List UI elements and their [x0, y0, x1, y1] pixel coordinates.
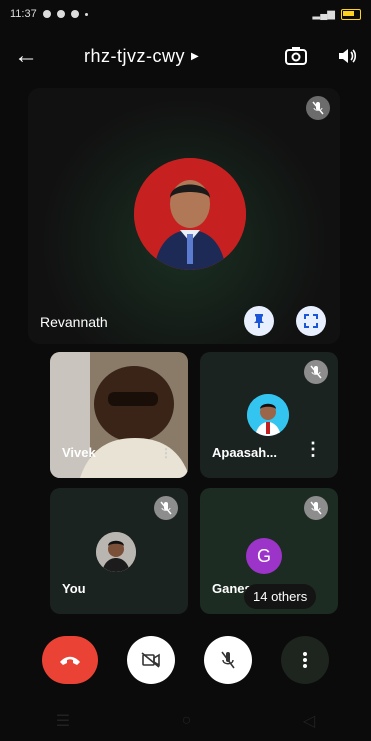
mic-off-icon	[221, 651, 235, 669]
end-call-button[interactable]	[42, 636, 99, 684]
mic-off-icon	[304, 496, 328, 520]
speaker-icon[interactable]	[337, 47, 357, 65]
notification-icon	[70, 10, 79, 18]
mic-toggle-button[interactable]	[203, 636, 252, 684]
back-icon[interactable]: ◁	[303, 711, 315, 731]
more-options-icon[interactable]: ⋮	[304, 439, 322, 460]
signal-icon: ▂▄▆	[312, 8, 335, 20]
muted-indicator	[154, 496, 178, 520]
participant-tile-vivek[interactable]: Vivek ⋮	[50, 352, 188, 478]
pin-button[interactable]	[244, 306, 274, 336]
switch-camera-icon[interactable]	[285, 46, 307, 66]
end-call-icon	[60, 656, 81, 665]
muted-indicator	[304, 496, 328, 520]
letter-avatar: G	[246, 538, 282, 574]
participant-avatar	[247, 394, 289, 436]
back-arrow-icon[interactable]: ←	[14, 42, 44, 70]
participant-name: You	[62, 581, 86, 596]
meeting-title[interactable]: rhz-tjvz-cwy ▶	[84, 46, 199, 67]
camera-toggle-button[interactable]	[127, 636, 176, 684]
more-options-icon[interactable]: ⋮	[160, 446, 172, 460]
meeting-code: rhz-tjvz-cwy	[84, 45, 185, 66]
chevron-right-icon: ▶	[191, 50, 200, 62]
mic-off-icon	[304, 360, 328, 384]
participant-name: Vivek	[62, 445, 96, 460]
system-navigation-bar: ☰ ○ ◁	[0, 706, 371, 736]
battery-icon	[341, 8, 361, 20]
main-participant-tile[interactable]: Revannath	[28, 88, 340, 344]
muted-indicator	[306, 96, 330, 120]
participant-tile-apaasah[interactable]: Apaasah... ⋮	[200, 352, 338, 478]
muted-indicator	[304, 360, 328, 384]
participant-name: Revannath	[40, 314, 108, 330]
participant-tile-you[interactable]: You	[50, 488, 188, 614]
notification-icon	[42, 10, 51, 18]
participant-avatar	[134, 158, 246, 270]
status-bar: 11:37 ▂▄▆	[0, 0, 371, 28]
meeting-header: ← rhz-tjvz-cwy ▶	[0, 32, 371, 80]
fullscreen-button[interactable]	[296, 306, 326, 336]
status-time: 11:37	[10, 8, 37, 20]
participant-name: Apaasah...	[212, 445, 278, 460]
participant-avatar	[96, 532, 136, 572]
others-count-chip[interactable]: 14 others	[244, 584, 317, 609]
more-options-button[interactable]	[280, 636, 329, 684]
mic-off-icon	[306, 96, 330, 120]
video-off-icon	[141, 652, 160, 668]
mic-off-icon	[154, 496, 178, 520]
more-notifications-icon	[84, 12, 88, 16]
fullscreen-icon	[304, 314, 318, 328]
pin-icon	[254, 314, 264, 328]
recent-apps-icon[interactable]: ☰	[56, 711, 70, 731]
call-controls	[0, 636, 371, 684]
home-icon[interactable]: ○	[182, 712, 192, 730]
more-options-icon	[302, 652, 307, 668]
notification-icon	[56, 10, 65, 18]
